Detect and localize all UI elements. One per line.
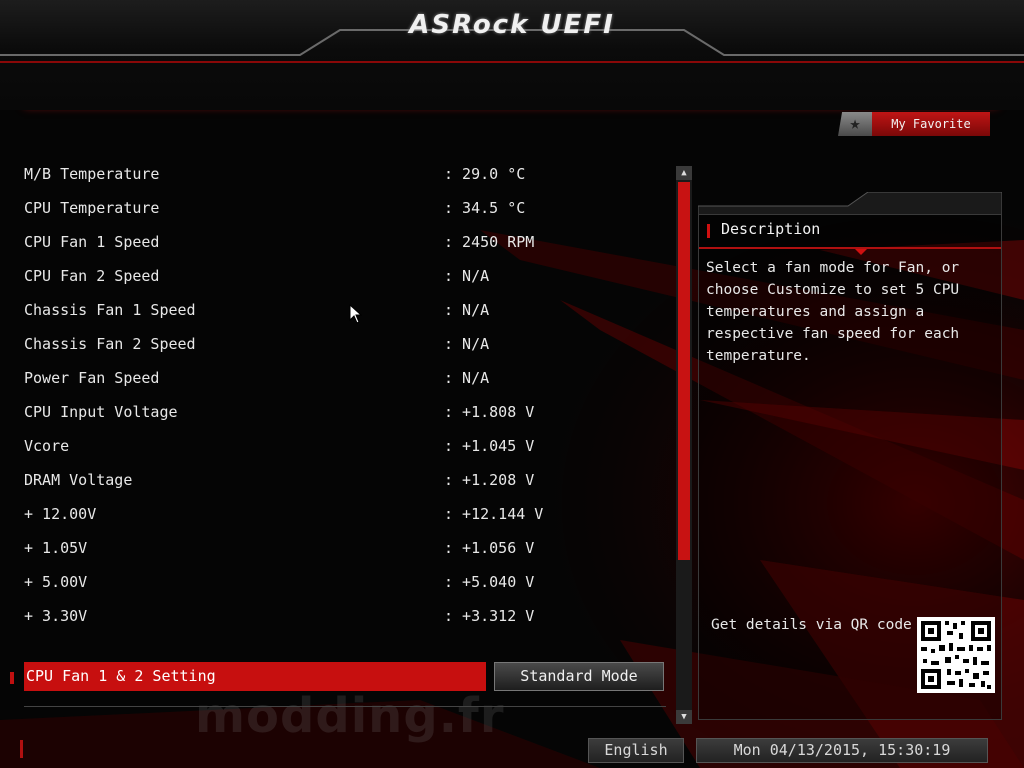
monitor-row-label: DRAM Voltage bbox=[24, 471, 133, 489]
monitor-row-value: : +5.040 V bbox=[444, 573, 535, 591]
monitor-row: + 5.00V : +5.040 V bbox=[24, 568, 664, 602]
monitor-row: CPU Temperature : 34.5 °C bbox=[24, 194, 664, 228]
monitor-row-value: : N/A bbox=[444, 335, 490, 353]
monitor-row: CPU Input Voltage : +1.808 V bbox=[24, 398, 664, 432]
list-divider bbox=[24, 706, 666, 707]
my-favorite-button[interactable]: ★ My Favorite bbox=[838, 112, 990, 136]
asrock-uefi-logo: ASRock UEFI bbox=[409, 10, 615, 40]
status-bar: English Mon 04/13/2015, 15:30:19 bbox=[0, 732, 1024, 768]
selection-marker bbox=[10, 672, 14, 684]
monitor-row-label: Chassis Fan 1 Speed bbox=[24, 301, 196, 319]
monitor-row-value: : 29.0 °C bbox=[444, 165, 526, 183]
language-button[interactable]: English bbox=[588, 738, 684, 763]
header: ASRock UEFI bbox=[0, 0, 1024, 110]
list-scrollbar[interactable]: ▲ ▼ bbox=[676, 166, 692, 724]
monitor-row-value: : N/A bbox=[444, 301, 490, 319]
monitor-row-value: : +1.208 V bbox=[444, 471, 535, 489]
star-icon: ★ bbox=[838, 112, 872, 136]
scrollbar-thumb[interactable] bbox=[678, 182, 690, 560]
monitor-row: M/B Temperature : 29.0 °C bbox=[24, 160, 664, 194]
status-marker bbox=[20, 740, 23, 758]
monitor-row-value: : N/A bbox=[444, 267, 490, 285]
cpu-fan-setting-row[interactable]: CPU Fan 1 & 2 Setting Standard Mode bbox=[10, 662, 666, 692]
monitor-row-value: : +12.144 V bbox=[444, 505, 544, 523]
monitor-row: CPU Fan 1 Speed : 2450 RPM bbox=[24, 228, 664, 262]
description-panel-frame bbox=[698, 192, 1002, 214]
monitor-row-label: CPU Fan 2 Speed bbox=[24, 267, 160, 285]
cpu-fan-setting-label[interactable]: CPU Fan 1 & 2 Setting bbox=[24, 662, 486, 691]
date-time-display[interactable]: Mon 04/13/2015, 15:30:19 bbox=[696, 738, 988, 763]
monitor-row: Vcore : +1.045 V bbox=[24, 432, 664, 466]
monitor-row-label: CPU Temperature bbox=[24, 199, 160, 217]
scroll-down-arrow-icon[interactable]: ▼ bbox=[676, 710, 692, 724]
monitor-row: + 12.00V : +12.144 V bbox=[24, 500, 664, 534]
monitor-row-value: : +1.808 V bbox=[444, 403, 535, 421]
monitor-row-label: Chassis Fan 2 Speed bbox=[24, 335, 196, 353]
monitor-row: CPU Fan 2 Speed : N/A bbox=[24, 262, 664, 296]
scroll-up-arrow-icon[interactable]: ▲ bbox=[676, 166, 692, 180]
monitor-row: DRAM Voltage : +1.208 V bbox=[24, 466, 664, 500]
monitor-row-value: : 2450 RPM bbox=[444, 233, 535, 251]
monitor-row-label: + 12.00V bbox=[24, 505, 97, 523]
description-text: Select a fan mode for Fan, or choose Cus… bbox=[706, 260, 960, 364]
monitor-row: + 3.30V : +3.312 V bbox=[24, 602, 664, 636]
monitor-row: + 1.05V : +1.056 V bbox=[24, 534, 664, 568]
monitor-row-value: : +1.045 V bbox=[444, 437, 535, 455]
qr-code-label: Get details via QR code bbox=[711, 617, 912, 633]
my-favorite-label: My Favorite bbox=[872, 112, 990, 136]
monitor-row-label: + 3.30V bbox=[24, 607, 88, 625]
monitor-row-value: : 34.5 °C bbox=[444, 199, 526, 217]
monitor-row-value: : +3.312 V bbox=[444, 607, 535, 625]
monitor-row-label: M/B Temperature bbox=[24, 165, 160, 183]
monitor-row-label: + 1.05V bbox=[24, 539, 88, 557]
monitor-row-value: : +1.056 V bbox=[444, 539, 535, 557]
monitor-row: Chassis Fan 2 Speed : N/A bbox=[24, 330, 664, 364]
monitor-row-label: CPU Fan 1 Speed bbox=[24, 233, 160, 251]
mouse-pointer-icon bbox=[349, 304, 363, 324]
description-header: Description bbox=[699, 215, 1001, 255]
hardware-monitor-list: M/B Temperature : 29.0 °C CPU Temperature:… bbox=[24, 160, 664, 636]
description-panel: Description Select a fan mode for Fan, o… bbox=[698, 214, 1002, 720]
monitor-row-label: Vcore bbox=[24, 437, 70, 455]
fan-mode-dropdown[interactable]: Standard Mode bbox=[494, 662, 664, 691]
monitor-row-label: CPU Input Voltage bbox=[24, 403, 178, 421]
header-accent-bar bbox=[707, 224, 710, 238]
monitor-row: Power Fan Speed : N/A bbox=[24, 364, 664, 398]
monitor-row-label: + 5.00V bbox=[24, 573, 88, 591]
monitor-row: Chassis Fan 1 Speed : N/A bbox=[24, 296, 664, 330]
description-title: Description bbox=[721, 220, 821, 238]
monitor-row-value: : N/A bbox=[444, 369, 490, 387]
header-notch bbox=[855, 249, 867, 255]
monitor-row-label: Power Fan Speed bbox=[24, 369, 160, 387]
qr-code-image bbox=[917, 617, 995, 693]
